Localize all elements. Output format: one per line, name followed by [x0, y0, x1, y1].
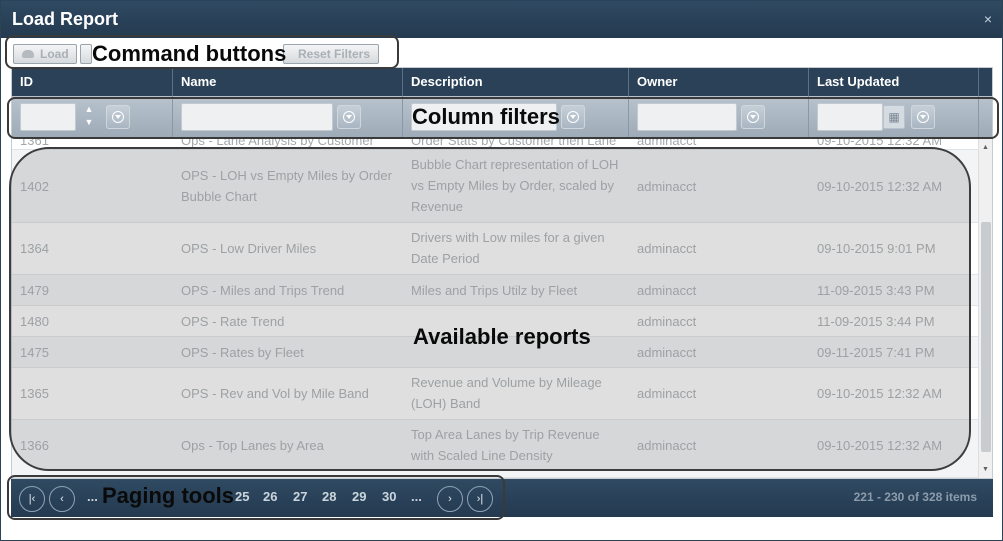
grid-header: ID Name Description Owner Last Updated [12, 68, 992, 96]
scroll-up-icon[interactable]: ▲ [982, 144, 989, 151]
available-reports-callout [9, 147, 971, 471]
column-header-name[interactable]: Name [173, 68, 403, 96]
paging-tools-callout-label: Paging tools [102, 483, 234, 508]
pager-info: 221 - 230 of 328 items [853, 490, 977, 504]
command-buttons-callout-label: Command buttons [92, 41, 287, 66]
column-header-description[interactable]: Description [403, 68, 629, 96]
close-icon[interactable]: × [984, 11, 992, 27]
scroll-down-icon[interactable]: ▼ [982, 466, 989, 473]
title-bar: Load Report × [1, 1, 1002, 38]
column-header-last-updated[interactable]: Last Updated [809, 68, 979, 96]
dialog-title: Load Report [12, 9, 118, 29]
column-filters-callout-label: Column filters [412, 104, 560, 129]
available-reports-callout-label: Available reports [413, 324, 591, 349]
vertical-scrollbar[interactable]: ▲ ▼ [978, 138, 992, 478]
column-header-owner[interactable]: Owner [629, 68, 809, 96]
paging-tools-callout [7, 475, 505, 520]
scroll-thumb[interactable] [981, 222, 991, 452]
load-report-dialog: Load Report × Load Reset Filters ID Name… [0, 0, 1003, 541]
column-header-id[interactable]: ID [12, 68, 173, 96]
